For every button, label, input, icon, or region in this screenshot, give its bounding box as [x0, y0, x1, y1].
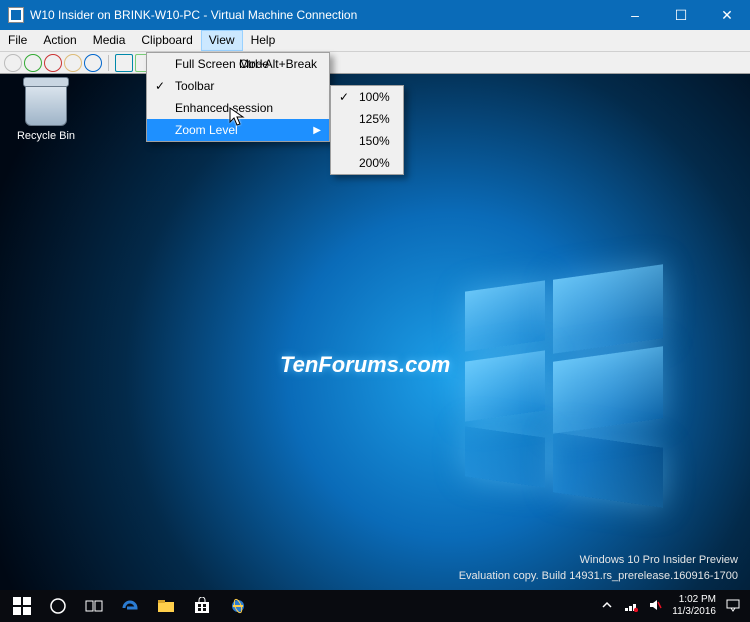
recycle-bin[interactable]: Recycle Bin: [12, 82, 80, 142]
pause-button[interactable]: [115, 54, 133, 72]
tray-chevron-up-icon[interactable]: [600, 598, 614, 615]
tray-action-center-icon[interactable]: [726, 598, 740, 615]
close-button[interactable]: ✕: [704, 0, 750, 30]
app-icon: [8, 7, 24, 23]
tray-date: 11/3/2016: [672, 606, 716, 618]
maximize-button[interactable]: ☐: [658, 0, 704, 30]
toolbar: [0, 52, 750, 74]
turn-off-button[interactable]: [44, 54, 62, 72]
view-menu: Full Screen Mode Ctrl+Alt+Break ✓ Toolba…: [146, 52, 330, 142]
menu-view[interactable]: View: [201, 30, 243, 51]
taskbar-edge[interactable]: [112, 590, 148, 622]
toolbar-separator: [108, 55, 109, 71]
check-icon: ✓: [155, 79, 165, 93]
start-menu-button[interactable]: [4, 590, 40, 622]
watermark-text: TenForums.com: [280, 352, 450, 378]
menu-file[interactable]: File: [0, 30, 35, 51]
build-info: Windows 10 Pro Insider Preview Evaluatio…: [459, 553, 738, 584]
submenu-arrow-icon: ▶: [313, 125, 321, 136]
taskbar-ie[interactable]: [220, 590, 256, 622]
zoom-label: 150%: [359, 134, 390, 148]
taskbar-store[interactable]: [184, 590, 220, 622]
menu-item-toolbar[interactable]: ✓ Toolbar: [147, 75, 329, 97]
tray-network-icon[interactable]: [624, 598, 638, 615]
minimize-button[interactable]: –: [612, 0, 658, 30]
task-view-button[interactable]: [76, 590, 112, 622]
taskbar-explorer[interactable]: [148, 590, 184, 622]
cortana-button[interactable]: [40, 590, 76, 622]
save-button[interactable]: [84, 54, 102, 72]
zoom-100[interactable]: ✓ 100%: [331, 86, 403, 108]
menu-media[interactable]: Media: [85, 30, 134, 51]
menu-item-shortcut: Ctrl+Alt+Break: [239, 57, 317, 71]
zoom-125[interactable]: 125%: [331, 108, 403, 130]
tray-volume-icon[interactable]: [648, 598, 662, 615]
windows-logo-graphic: [465, 264, 665, 504]
edition-text: Windows 10 Pro Insider Preview: [459, 553, 738, 568]
menu-item-enhanced-session[interactable]: Enhanced session: [147, 97, 329, 119]
window-controls: – ☐ ✕: [612, 0, 750, 30]
zoom-label: 200%: [359, 156, 390, 170]
zoom-200[interactable]: 200%: [331, 152, 403, 174]
menu-item-label: Zoom Level: [175, 123, 238, 137]
zoom-150[interactable]: 150%: [331, 130, 403, 152]
start-button[interactable]: [24, 54, 42, 72]
menu-clipboard[interactable]: Clipboard: [133, 30, 200, 51]
title-bar: W10 Insider on BRINK-W10-PC - Virtual Ma…: [0, 0, 750, 30]
taskbar: 1:02 PM 11/3/2016: [0, 590, 750, 622]
tray-time: 1:02 PM: [672, 594, 716, 606]
system-tray: 1:02 PM 11/3/2016: [600, 594, 746, 618]
trash-icon: [25, 82, 67, 126]
recycle-bin-label: Recycle Bin: [12, 130, 80, 142]
menu-help[interactable]: Help: [243, 30, 284, 51]
menu-item-full-screen[interactable]: Full Screen Mode Ctrl+Alt+Break: [147, 53, 329, 75]
zoom-label: 100%: [359, 90, 390, 104]
check-icon: ✓: [339, 90, 349, 104]
ctrl-alt-del-button[interactable]: [4, 54, 22, 72]
tray-clock[interactable]: 1:02 PM 11/3/2016: [672, 594, 716, 618]
zoom-level-submenu: ✓ 100% 125% 150% 200%: [330, 85, 404, 175]
menu-item-label: Toolbar: [175, 79, 214, 93]
menu-item-zoom-level[interactable]: Zoom Level ▶: [147, 119, 329, 141]
menu-item-label: Enhanced session: [175, 101, 273, 115]
shutdown-button[interactable]: [64, 54, 82, 72]
window-title: W10 Insider on BRINK-W10-PC - Virtual Ma…: [30, 8, 357, 22]
build-text: Evaluation copy. Build 14931.rs_prerelea…: [459, 569, 738, 584]
zoom-label: 125%: [359, 112, 390, 126]
menu-action[interactable]: Action: [35, 30, 84, 51]
menu-bar: File Action Media Clipboard View Help: [0, 30, 750, 52]
